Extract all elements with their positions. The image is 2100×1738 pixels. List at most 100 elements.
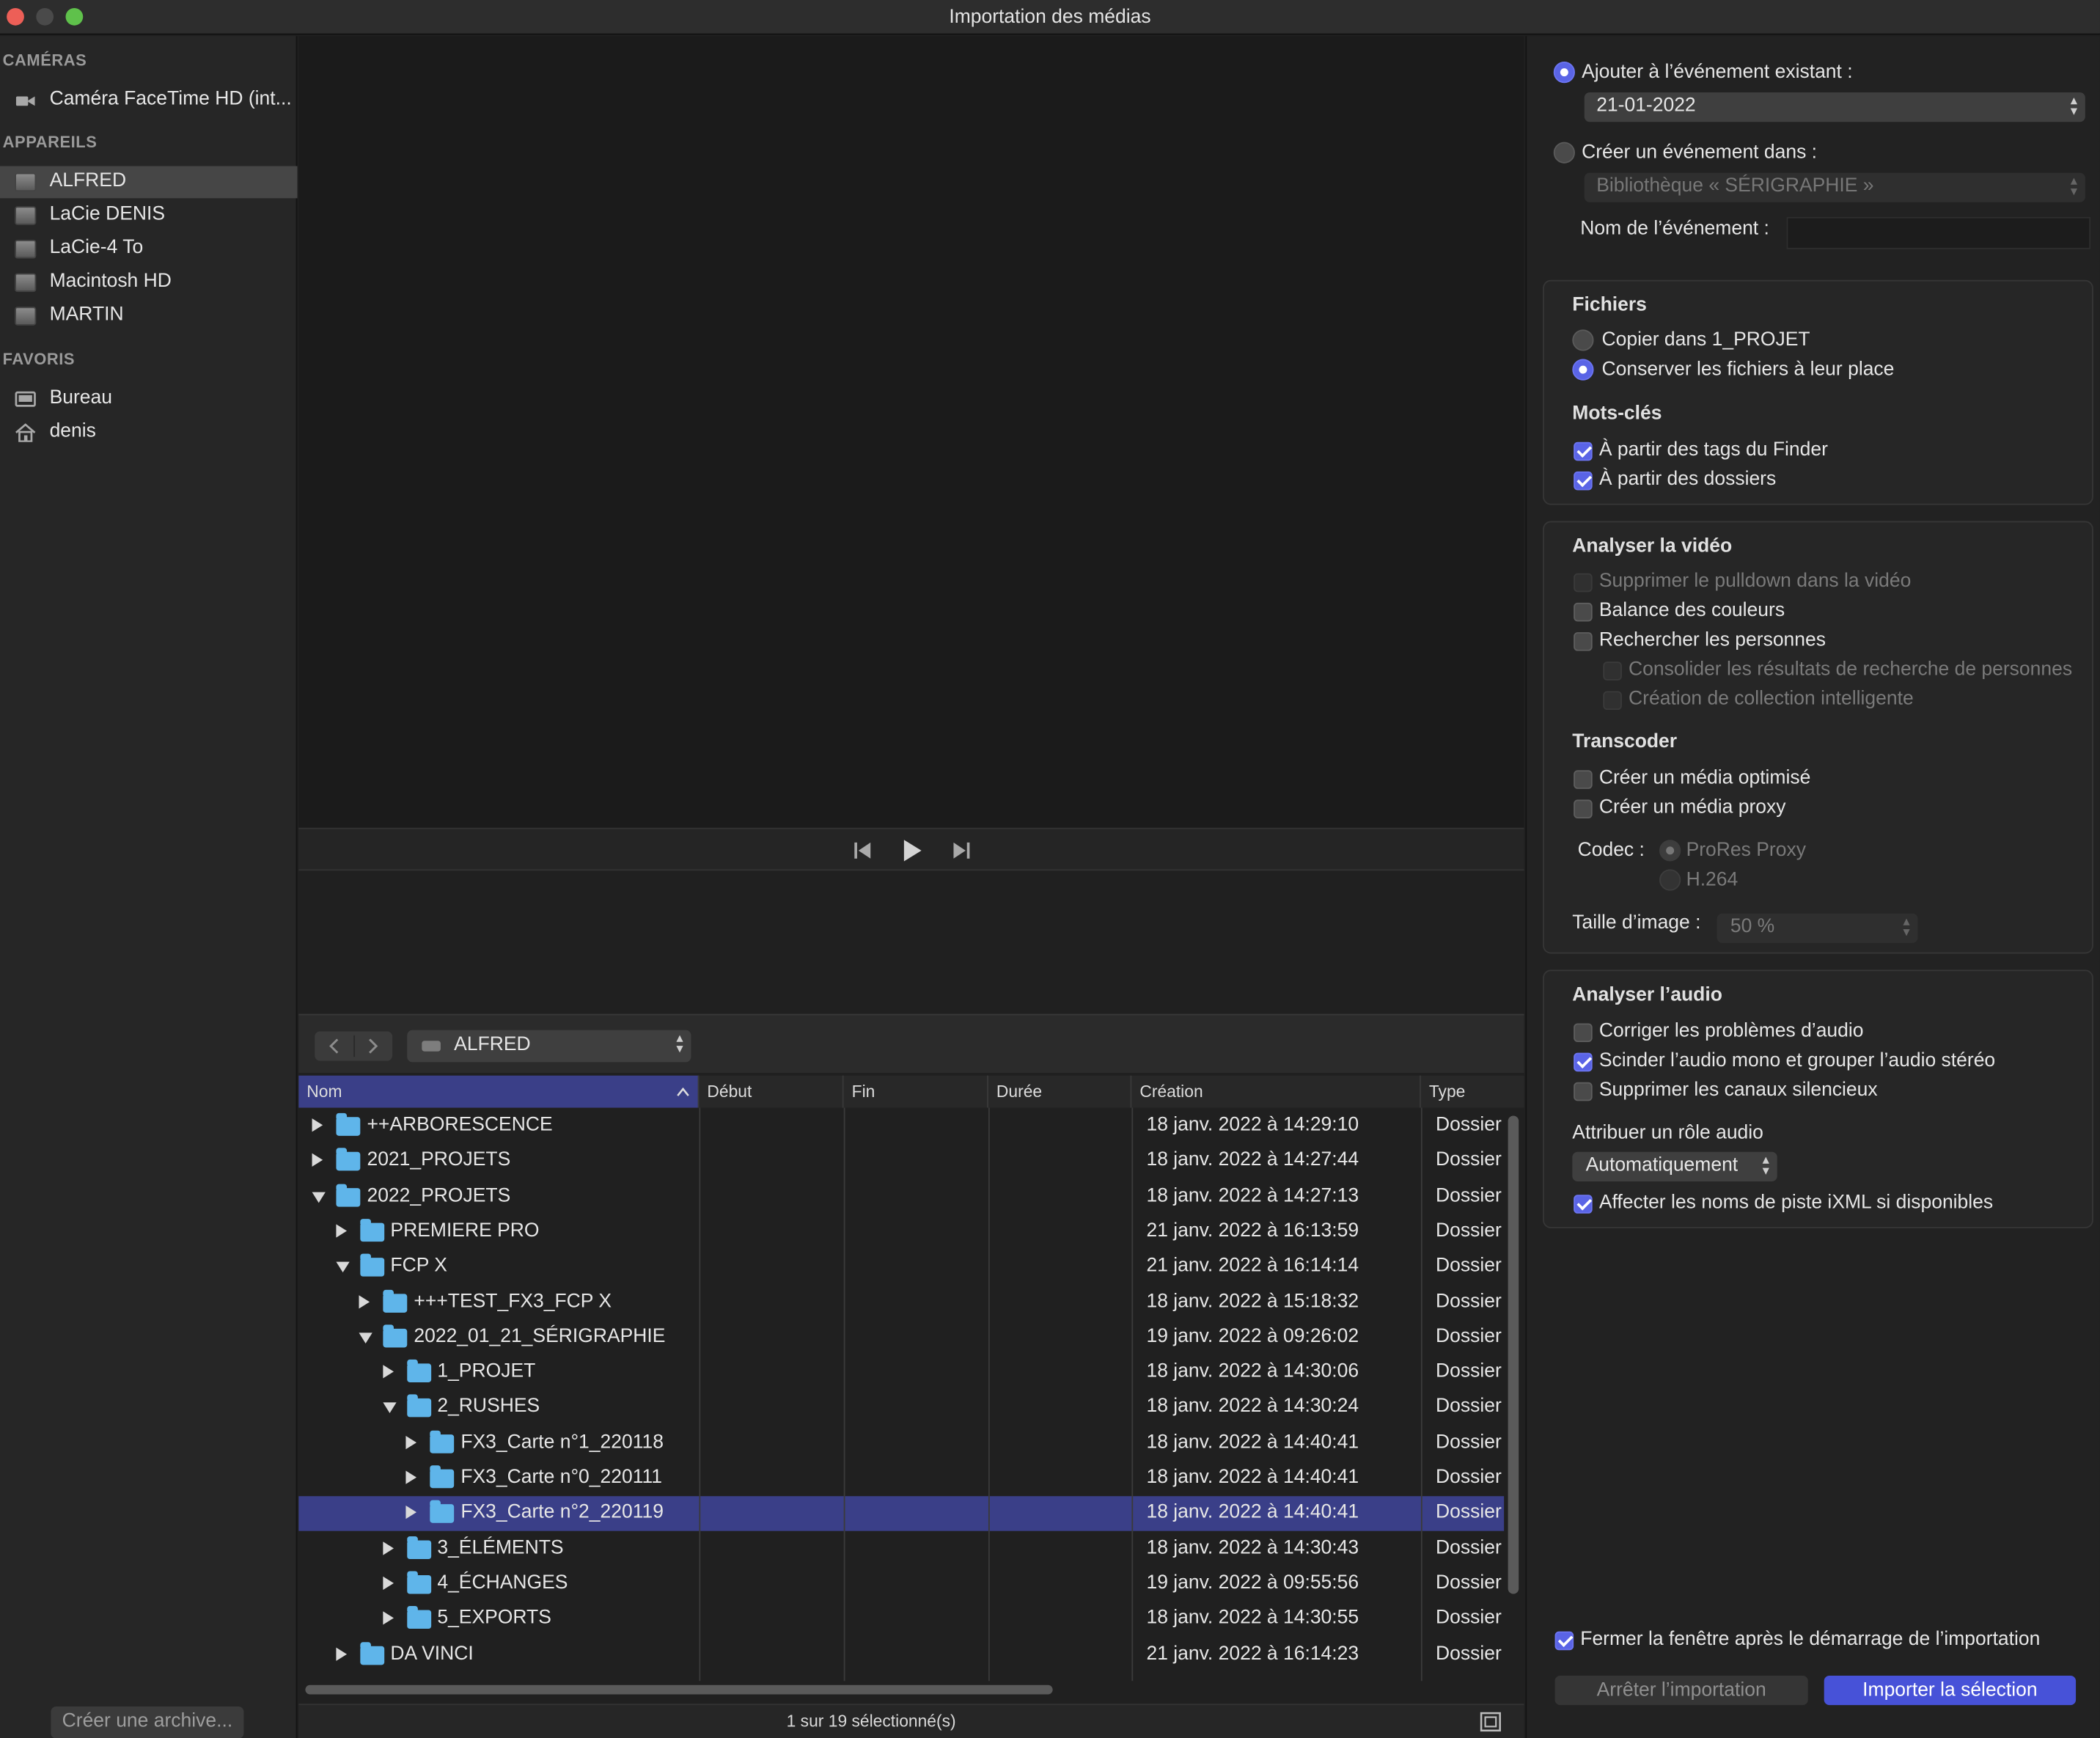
- sidebar-item-macintosh-hd[interactable]: Macintosh HD: [0, 266, 297, 298]
- disclosure-collapsed-icon[interactable]: [382, 1541, 394, 1555]
- chevron-left-icon[interactable]: [326, 1037, 345, 1056]
- folder-icon: [336, 1148, 361, 1171]
- back-forward-control[interactable]: [315, 1031, 393, 1061]
- close-after-import-checkbox[interactable]: [1554, 1631, 1574, 1651]
- copy-files-radio[interactable]: [1572, 329, 1594, 351]
- remove-pulldown-checkbox[interactable]: [1574, 573, 1593, 593]
- fix-audio-checkbox[interactable]: [1574, 1023, 1593, 1043]
- horizontal-scrollbar[interactable]: [305, 1684, 1053, 1695]
- disclosure-collapsed-icon[interactable]: [335, 1646, 347, 1660]
- frame-size-popup[interactable]: 50 % ▴ ▾: [1717, 913, 1918, 943]
- event-name-field[interactable]: [1786, 216, 2091, 249]
- filmstrip-view-icon[interactable]: [1480, 1712, 1501, 1732]
- column-header-duration[interactable]: Durée: [988, 1075, 1132, 1108]
- find-people-checkbox[interactable]: [1574, 632, 1593, 651]
- table-row[interactable]: 5_EXPORTS 18 janv. 2022 à 14:30:55 Dossier: [298, 1602, 1504, 1637]
- proxy-media-label: Créer un média proxy: [1598, 796, 1786, 818]
- existing-event-popup[interactable]: 21-01-2022 ▴ ▾: [1584, 92, 2085, 122]
- disclosure-expanded-icon[interactable]: [312, 1191, 326, 1203]
- table-row[interactable]: ++ARBORESCENCE 18 janv. 2022 à 14:29:10 Do…: [298, 1109, 1504, 1143]
- row-type: Dossier: [1436, 1184, 1502, 1206]
- disclosure-collapsed-icon[interactable]: [405, 1435, 417, 1449]
- remove-silent-checkbox[interactable]: [1574, 1082, 1593, 1101]
- ixml-names-checkbox[interactable]: [1574, 1195, 1593, 1214]
- table-row[interactable]: FCP X 21 janv. 2022 à 16:14:14 Dossier: [298, 1250, 1504, 1284]
- sidebar-item-denis[interactable]: denis: [0, 417, 297, 449]
- hard-drive-icon: [422, 1041, 441, 1052]
- sidebar-item-facetime-camera[interactable]: Caméra FaceTime HD (int...: [0, 84, 297, 117]
- disclosure-collapsed-icon[interactable]: [312, 1154, 323, 1167]
- optimized-media-checkbox[interactable]: [1574, 770, 1593, 789]
- table-row[interactable]: 2021_PROJETS 18 janv. 2022 à 14:27:44 Doss…: [298, 1144, 1504, 1178]
- sidebar-item-lacie-4to[interactable]: LaCie-4 To: [0, 233, 297, 265]
- skip-back-icon[interactable]: [852, 840, 873, 861]
- sidebar-item-bureau[interactable]: Bureau: [0, 383, 297, 415]
- column-divider: [988, 1107, 990, 1682]
- disclosure-collapsed-icon[interactable]: [382, 1576, 394, 1590]
- table-row[interactable]: PREMIERE PRO 21 janv. 2022 à 16:13:59 Doss…: [298, 1214, 1504, 1249]
- disclosure-collapsed-icon[interactable]: [335, 1224, 347, 1238]
- split-mono-checkbox[interactable]: [1574, 1052, 1593, 1072]
- sidebar-item-lacie-denis[interactable]: LaCie DENIS: [0, 199, 297, 232]
- add-existing-event-radio[interactable]: [1553, 62, 1575, 84]
- table-row[interactable]: FX3_Carte n°0_220111 18 janv. 2022 à 14:4…: [298, 1462, 1504, 1496]
- audio-role-popup[interactable]: Automatiquement ▴ ▾: [1572, 1151, 1777, 1181]
- proxy-media-checkbox[interactable]: [1574, 799, 1593, 818]
- assign-role-label: Attribuer un rôle audio: [1572, 1122, 1763, 1144]
- disclosure-collapsed-icon[interactable]: [312, 1118, 323, 1132]
- finder-tags-checkbox[interactable]: [1574, 441, 1593, 461]
- from-folders-checkbox[interactable]: [1574, 471, 1593, 491]
- disclosure-collapsed-icon[interactable]: [405, 1506, 417, 1519]
- sidebar-item-alfred[interactable]: ALFRED: [0, 166, 298, 199]
- table-row[interactable]: 3_ÉLÉMENTS 18 janv. 2022 à 14:30:43 Dossie…: [298, 1532, 1504, 1566]
- row-type: Dossier: [1436, 1643, 1502, 1665]
- disclosure-collapsed-icon[interactable]: [382, 1611, 394, 1625]
- create-event-radio[interactable]: [1553, 142, 1575, 164]
- table-row[interactable]: 1_PROJET 18 janv. 2022 à 14:30:06 Dossier: [298, 1356, 1504, 1390]
- disclosure-collapsed-icon[interactable]: [405, 1470, 417, 1484]
- folder-icon: [406, 1395, 431, 1418]
- codec-h264-radio[interactable]: [1659, 869, 1681, 891]
- library-popup[interactable]: Bibliothèque « SÉRIGRAPHIE » ▴ ▾: [1584, 172, 2085, 202]
- cameras-header: CAMÉRAS: [2, 51, 87, 70]
- skip-forward-icon[interactable]: [951, 840, 972, 861]
- table-row[interactable]: 2022_PROJETS 18 janv. 2022 à 14:27:13 Doss…: [298, 1179, 1504, 1214]
- sidebar-item-martin[interactable]: MARTIN: [0, 300, 297, 332]
- table-row[interactable]: DA VINCI 21 janv. 2022 à 16:14:23 Dossier: [298, 1638, 1504, 1672]
- column-header-creation[interactable]: Création: [1131, 1075, 1421, 1108]
- filmstrip-area: [298, 872, 1524, 1014]
- column-header-end[interactable]: Fin: [843, 1075, 988, 1108]
- vertical-scrollbar[interactable]: [1508, 1115, 1519, 1594]
- consolidate-people-checkbox[interactable]: [1603, 661, 1622, 681]
- row-name: ++ARBORESCENCE: [367, 1114, 553, 1136]
- smart-collection-checkbox[interactable]: [1603, 691, 1622, 711]
- chevron-right-icon[interactable]: [363, 1037, 382, 1056]
- play-icon[interactable]: [900, 837, 924, 865]
- table-row[interactable]: FX3_Carte n°1_220118 18 janv. 2022 à 14:4…: [298, 1426, 1504, 1461]
- import-selection-button[interactable]: Importer la sélection: [1824, 1675, 2077, 1706]
- disclosure-collapsed-icon[interactable]: [382, 1365, 394, 1379]
- row-name: FX3_Carte n°1_220118: [460, 1431, 664, 1453]
- disclosure-expanded-icon[interactable]: [335, 1261, 349, 1273]
- keep-in-place-label: Conserver les fichiers à leur place: [1601, 359, 1895, 381]
- keep-in-place-radio[interactable]: [1572, 359, 1594, 381]
- create-archive-button[interactable]: Créer une archive...: [51, 1706, 244, 1738]
- disclosure-expanded-icon[interactable]: [359, 1332, 372, 1343]
- location-popup[interactable]: ALFRED ▴ ▾: [407, 1030, 691, 1063]
- stop-import-button[interactable]: Arrêter l’importation: [1554, 1675, 1808, 1706]
- table-row[interactable]: 4_ÉCHANGES 19 janv. 2022 à 09:55:56 Dossie…: [298, 1567, 1504, 1602]
- disclosure-expanded-icon[interactable]: [382, 1403, 396, 1414]
- table-row[interactable]: 2022_01_21_SÉRIGRAPHIE 19 janv. 2022 à 09…: [298, 1321, 1504, 1355]
- folder-icon: [336, 1183, 361, 1206]
- column-header-name[interactable]: Nom: [298, 1075, 700, 1108]
- split-mono-label: Scinder l’audio mono et grouper l’audio …: [1598, 1049, 1996, 1072]
- codec-prores-radio[interactable]: [1659, 840, 1681, 862]
- table-row[interactable]: FX3_Carte n°2_220119 18 janv. 2022 à 14:4…: [298, 1496, 1505, 1532]
- column-header-start[interactable]: Début: [699, 1075, 844, 1108]
- color-balance-checkbox[interactable]: [1574, 602, 1593, 622]
- table-row[interactable]: 2_RUSHES 18 janv. 2022 à 14:30:24 Dossier: [298, 1391, 1504, 1426]
- table-row[interactable]: +++TEST_FX3_FCP X 18 janv. 2022 à 15:18:3…: [298, 1286, 1504, 1320]
- disclosure-collapsed-icon[interactable]: [359, 1294, 370, 1308]
- column-header-type[interactable]: Type: [1420, 1075, 1524, 1108]
- from-folders-label: À partir des dossiers: [1598, 469, 1777, 491]
